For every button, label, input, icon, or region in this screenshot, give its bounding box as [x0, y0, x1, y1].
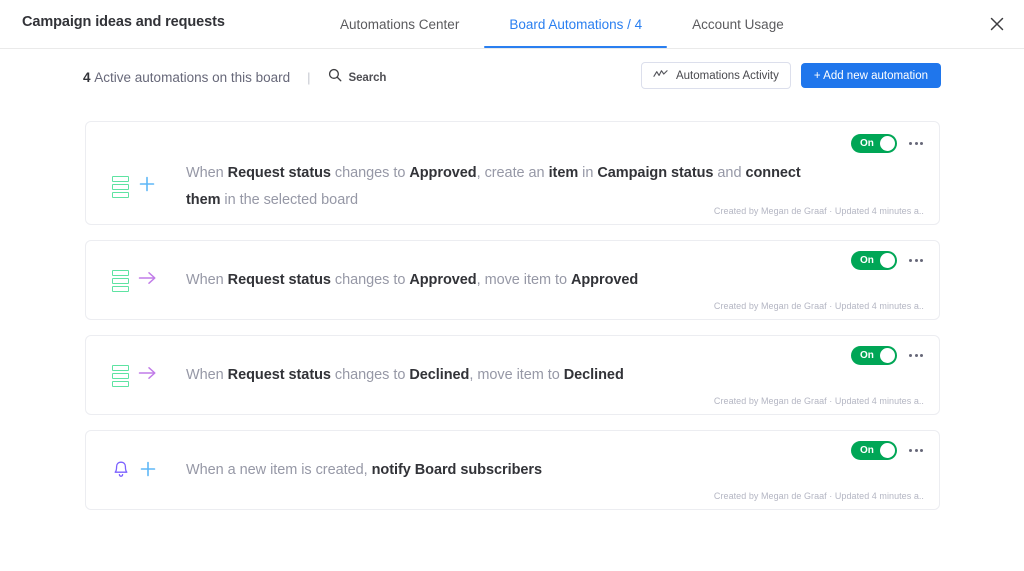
automation-recipe-text: When a new item is created, notify Board… [186, 457, 804, 484]
automation-menu-button[interactable] [907, 445, 925, 456]
bell-icon [112, 460, 130, 484]
automation-controls: On [851, 134, 925, 153]
automation-recipe-text: When Request status changes to Approved,… [186, 267, 804, 294]
automation-icons [112, 364, 158, 387]
tab-automations-center[interactable]: Automations Center [315, 0, 484, 48]
close-icon[interactable] [984, 11, 1010, 37]
automation-toggle[interactable]: On [851, 251, 897, 270]
toggle-label: On [860, 137, 874, 150]
tab-board-automations[interactable]: Board Automations / 4 [484, 0, 667, 48]
add-new-automation-button[interactable]: + Add new automation [801, 63, 941, 88]
automation-meta: Created by Megan de Graaf · Updated 4 mi… [714, 396, 924, 406]
plus-icon [138, 459, 158, 484]
automation-toggle[interactable]: On [851, 134, 897, 153]
toggle-knob [880, 253, 895, 268]
automations-list: When Request status changes to Approved,… [85, 121, 940, 525]
toggle-label: On [860, 254, 874, 267]
automation-meta: Created by Megan de Graaf · Updated 4 mi… [714, 301, 924, 311]
automations-activity-button[interactable]: Automations Activity [641, 62, 791, 89]
toggle-knob [880, 443, 895, 458]
search-label: Search [349, 72, 387, 84]
plus-icon [137, 174, 157, 199]
automation-menu-button[interactable] [907, 255, 925, 266]
automations-modal: Campaign ideas and requests Automations … [0, 0, 1024, 571]
automation-meta: Created by Megan de Graaf · Updated 4 mi… [714, 491, 924, 501]
automation-card[interactable]: When a new item is created, notify Board… [85, 430, 940, 510]
automation-menu-button[interactable] [907, 350, 925, 361]
active-automations-count: 4 Active automations on this board [83, 70, 290, 85]
toggle-label: On [860, 349, 874, 362]
automation-recipe-text: When Request status changes to Declined,… [186, 362, 804, 389]
status-bars-icon [112, 365, 129, 387]
tab-account-usage[interactable]: Account Usage [667, 0, 809, 48]
status-bars-icon [112, 270, 129, 292]
automation-card[interactable]: When Request status changes to Declined,… [85, 335, 940, 415]
tab-bar: Automations Center Board Automations / 4… [315, 0, 809, 48]
automation-card[interactable]: When Request status changes to Approved,… [85, 121, 940, 225]
automation-recipe-text: When Request status changes to Approved,… [186, 160, 804, 214]
automation-meta: Created by Megan de Graaf · Updated 4 mi… [714, 206, 924, 216]
active-count-number: 4 [83, 70, 91, 85]
trend-line-icon [653, 69, 668, 82]
automation-toggle[interactable]: On [851, 346, 897, 365]
toggle-knob [880, 348, 895, 363]
toolbar-left-group: 4 Active automations on this board | Sea… [83, 68, 386, 87]
toggle-knob [880, 136, 895, 151]
automation-card[interactable]: When Request status changes to Approved,… [85, 240, 940, 320]
automation-controls: On [851, 441, 925, 460]
automation-controls: On [851, 251, 925, 270]
automation-controls: On [851, 346, 925, 365]
toggle-label: On [860, 444, 874, 457]
status-bars-icon [112, 176, 129, 198]
toolbar: 4 Active automations on this board | Sea… [0, 49, 1024, 107]
active-count-label: Active automations on this board [94, 70, 290, 85]
automations-activity-label: Automations Activity [676, 70, 779, 82]
search-input[interactable]: Search [328, 68, 387, 87]
automation-icons [112, 459, 158, 484]
modal-header: Campaign ideas and requests Automations … [0, 0, 1024, 49]
toolbar-right-group: Automations Activity + Add new automatio… [641, 62, 941, 89]
arrow-right-icon [137, 269, 158, 292]
automation-icons [112, 174, 157, 199]
page-title: Campaign ideas and requests [22, 14, 225, 30]
search-icon [328, 68, 342, 87]
toolbar-divider: | [307, 71, 310, 84]
automation-toggle[interactable]: On [851, 441, 897, 460]
automation-icons [112, 269, 158, 292]
automation-menu-button[interactable] [907, 138, 925, 149]
arrow-right-icon [137, 364, 158, 387]
